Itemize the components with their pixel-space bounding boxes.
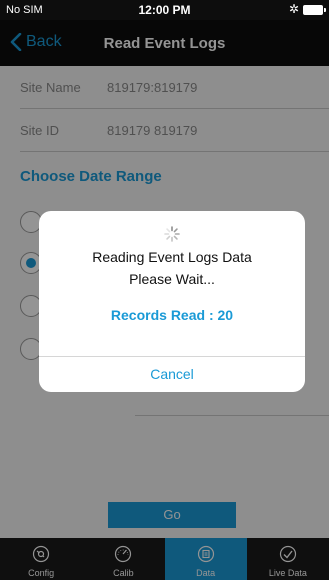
records-read-count: Records Read : 20 xyxy=(110,307,234,323)
spinner-icon xyxy=(164,226,180,242)
progress-dialog: Reading Event Logs Data Please Wait... R… xyxy=(39,211,305,392)
dialog-message: Please Wait... xyxy=(129,271,215,287)
tab-calib[interactable]: Calib xyxy=(82,538,165,580)
tab-bar: Config Calib Data Live Data xyxy=(0,538,329,580)
status-bar: No SIM 12:00 PM ✲ xyxy=(0,0,329,20)
tab-config[interactable]: Config xyxy=(0,538,83,580)
battery-icon xyxy=(303,5,326,15)
tab-live-data[interactable]: Live Data xyxy=(246,538,329,580)
tab-data[interactable]: Data xyxy=(164,538,247,580)
bluetooth-icon: ✲ xyxy=(288,2,299,16)
dialog-title: Reading Event Logs Data xyxy=(92,249,252,265)
cancel-button[interactable]: Cancel xyxy=(39,357,305,392)
status-time: 12:00 PM xyxy=(138,3,191,17)
